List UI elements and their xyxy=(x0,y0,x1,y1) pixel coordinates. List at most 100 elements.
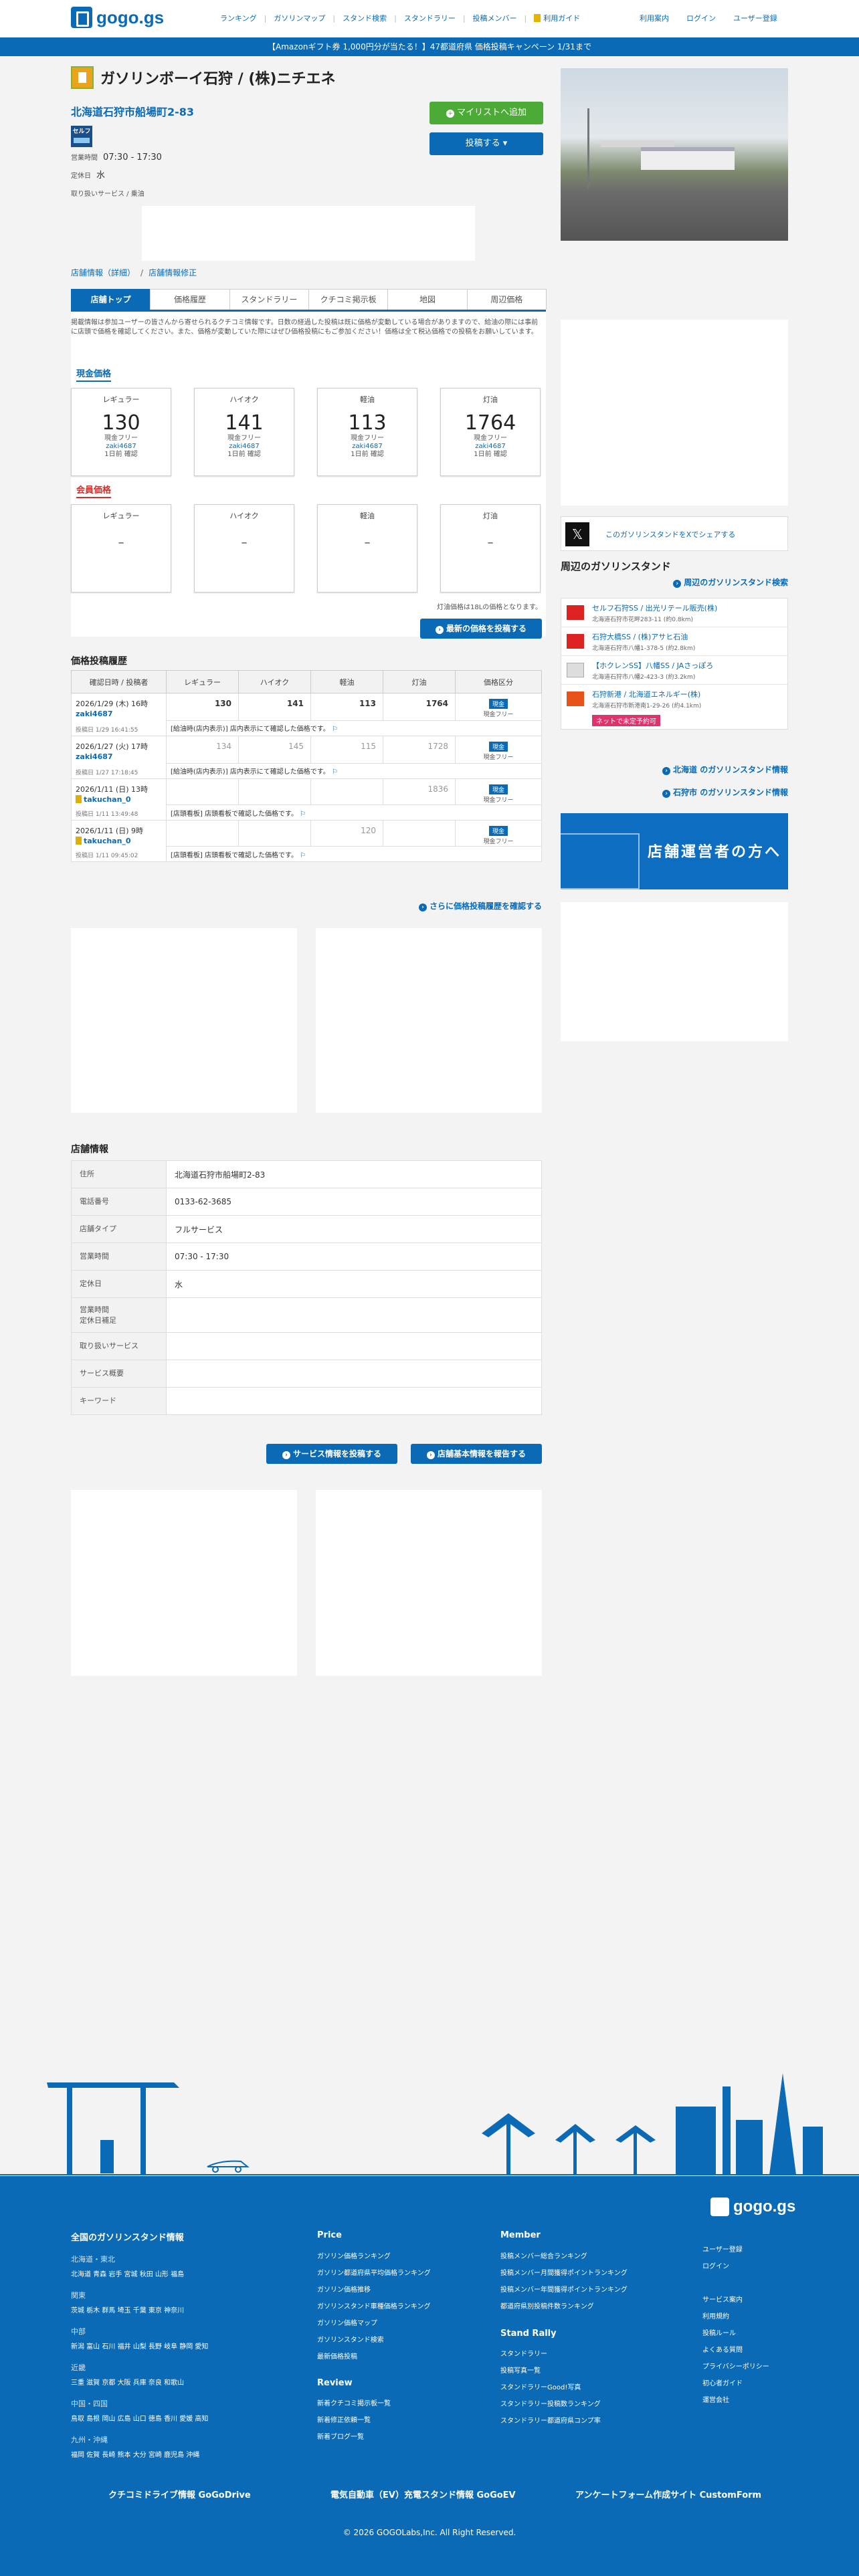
city-stations-link[interactable]: › 石狩市 のガソリンスタンド情報 xyxy=(662,786,788,798)
footer-link[interactable]: 投稿メンバー総合ランキング xyxy=(500,2248,628,2265)
owner-banner[interactable]: 店舗運営者の方へ xyxy=(561,813,788,889)
region-prefs[interactable]: 茨城 栃木 群馬 埼玉 千葉 東京 神奈川 xyxy=(71,2304,184,2315)
footer-link[interactable]: プライバシーポリシー xyxy=(702,2359,769,2375)
poster-link[interactable]: zaki4687 xyxy=(72,443,171,451)
campaign-banner[interactable]: 【Amazonギフト券 1,000円分が当たる！】47都道府県 価格投稿キャンペ… xyxy=(0,37,859,56)
report-store-info-button[interactable]: › 店舗基本情報を報告する xyxy=(411,1444,542,1464)
footer-link[interactable]: 投稿写真一覧 xyxy=(500,2363,601,2379)
member-card-diesel[interactable]: 軽油 – xyxy=(317,504,417,593)
breadcrumb-detail[interactable]: 店舗情報（詳細） xyxy=(71,268,135,278)
flag-icon[interactable]: ⚐ xyxy=(332,768,338,776)
footer-link[interactable]: スタンドラリー xyxy=(500,2346,601,2363)
footer-link[interactable]: ガソリン価格ランキング xyxy=(317,2248,431,2265)
nearby-name[interactable]: 【ホクレンSS】八幡SS / JAさっぽろ xyxy=(592,660,713,671)
tab-price-history[interactable]: 価格履歴 xyxy=(150,289,230,310)
nav-ranking[interactable]: ランキング xyxy=(213,13,264,23)
region-prefs[interactable]: 三重 滋賀 京都 大阪 兵庫 奈良 和歌山 xyxy=(71,2377,184,2387)
price-card-kerosene[interactable]: 灯油 1764 現金フリー zaki4687 1日前 確認 xyxy=(440,388,541,476)
flag-icon[interactable]: ⚐ xyxy=(300,811,306,818)
region-prefs[interactable]: 北海道 青森 岩手 宮城 秋田 山形 福島 xyxy=(71,2268,184,2278)
footer-link[interactable]: スタンドラリーGood!写真 xyxy=(500,2379,601,2396)
footer-link[interactable]: よくある質問 xyxy=(702,2342,769,2359)
nearby-name[interactable]: 石狩大橋SS / (株)アサヒ石油 xyxy=(592,631,688,642)
poster-link[interactable]: zaki4687 xyxy=(441,443,540,451)
gogoev-link[interactable]: 電気自動車（EV）充電スタンド情報 GoGoEV xyxy=(330,2488,516,2500)
poster-link[interactable]: zaki4687 xyxy=(76,752,166,762)
footer-link[interactable]: スタンドラリー都道府県コンプ率 xyxy=(500,2413,601,2430)
flag-icon[interactable]: ⚐ xyxy=(332,726,338,733)
poster-link[interactable]: takuchan_0 xyxy=(84,795,131,804)
footer-link[interactable]: ログイン xyxy=(702,2258,769,2275)
nav-register[interactable]: ユーザー登録 xyxy=(733,13,777,23)
member-card-regular[interactable]: レギュラー – xyxy=(71,504,171,593)
tab-reviews[interactable]: クチコミ掲示板 xyxy=(308,289,389,310)
footer-link[interactable]: ガソリン都道府県平均価格ランキング xyxy=(317,2265,431,2282)
footer-link[interactable]: 投稿メンバー年間獲得ポイントランキング xyxy=(500,2282,628,2298)
nav-guide[interactable]: 利用ガイド xyxy=(527,13,587,23)
footer-link[interactable]: サービス案内 xyxy=(702,2292,769,2309)
store-address[interactable]: 北海道石狩市船場町2-83 xyxy=(71,103,194,119)
add-mylist-button[interactable]: + マイリストへ追加 xyxy=(430,102,543,124)
footer-link[interactable]: 都道府県別投稿件数ランキング xyxy=(500,2298,628,2315)
footer-link[interactable]: ガソリンスタンド検索 xyxy=(317,2332,431,2349)
store-photo[interactable] xyxy=(561,68,788,241)
footer-link[interactable]: ガソリン価格マップ xyxy=(317,2315,431,2332)
pref-stations-link[interactable]: › 北海道 のガソリンスタンド情報 xyxy=(662,764,788,775)
nearby-search-link[interactable]: › 周辺のガソリンスタンド検索 xyxy=(673,576,788,588)
nearby-item[interactable]: 石狩大橋SS / (株)アサヒ石油 北海道石狩市八幡1-378-5 (約2.8k… xyxy=(561,627,787,656)
history-row: 2026/1/29 (木) 16時 zaki4687 投稿日 1/29 16:4… xyxy=(71,693,542,736)
tab-nearby-prices[interactable]: 周辺価格 xyxy=(466,289,547,310)
flag-icon[interactable]: ⚐ xyxy=(300,852,306,859)
price-card-high[interactable]: ハイオク 141 現金フリー zaki4687 1日前 確認 xyxy=(194,388,294,476)
footer-link[interactable]: ユーザー登録 xyxy=(702,2242,769,2258)
footer-logo[interactable]: gogo.gs xyxy=(710,2197,795,2216)
footer-link[interactable]: 投稿メンバー月間獲得ポイントランキング xyxy=(500,2265,628,2282)
price-card-diesel[interactable]: 軽油 113 現金フリー zaki4687 1日前 確認 xyxy=(317,388,417,476)
region-prefs[interactable]: 福岡 佐賀 長崎 熊本 大分 宮崎 鹿児島 沖縄 xyxy=(71,2449,199,2459)
gogodrive-link[interactable]: クチコミドライブ情報 GoGoDrive xyxy=(108,2488,251,2500)
x-share-button[interactable]: 𝕏 このガソリンスタンドをXでシェアする xyxy=(561,516,788,551)
tab-top[interactable]: 店舗トップ xyxy=(71,289,151,310)
customform-link[interactable]: アンケートフォーム作成サイト CustomForm xyxy=(575,2488,761,2500)
nav-search[interactable]: スタンド検索 xyxy=(335,13,394,23)
more-history-link[interactable]: › さらに価格投稿履歴を確認する xyxy=(395,900,542,911)
footer-link[interactable]: 新着ブログ一覧 xyxy=(317,2429,391,2446)
region-prefs[interactable]: 鳥取 島根 岡山 広島 山口 徳島 香川 愛媛 高知 xyxy=(71,2413,208,2423)
footer-link[interactable]: 新着修正依頼一覧 xyxy=(317,2412,391,2429)
poster-link[interactable]: zaki4687 xyxy=(195,443,294,451)
region-prefs[interactable]: 新潟 富山 石川 福井 山梨 長野 岐阜 静岡 愛知 xyxy=(71,2341,208,2351)
post-dropdown-button[interactable]: 投稿する ▾ xyxy=(430,132,543,155)
price-card-regular[interactable]: レギュラー 130 現金フリー zaki4687 1日前 確認 xyxy=(71,388,171,476)
footer-link[interactable]: 投稿ルール xyxy=(702,2325,769,2342)
nearby-item[interactable]: 【ホクレンSS】八幡SS / JAさっぽろ 北海道石狩市八幡2-423-3 (約… xyxy=(561,656,787,685)
member-card-high[interactable]: ハイオク – xyxy=(194,504,294,593)
nav-login[interactable]: ログイン xyxy=(686,13,716,23)
nav-rally[interactable]: スタンドラリー xyxy=(397,13,463,23)
footer-link[interactable]: 運営会社 xyxy=(702,2392,769,2409)
nav-info[interactable]: 利用案内 xyxy=(640,13,669,23)
footer-link[interactable]: 利用規約 xyxy=(702,2309,769,2325)
nav-map[interactable]: ガソリンマップ xyxy=(266,13,332,23)
poster-link[interactable]: zaki4687 xyxy=(318,443,417,451)
nearby-name[interactable]: 石狩新港 / 北海道エネルギー(株) xyxy=(592,689,700,700)
tab-map[interactable]: 地図 xyxy=(387,289,468,310)
footer-link[interactable]: ガソリン価格推移 xyxy=(317,2282,431,2298)
footer-link[interactable]: ガソリンスタンド車種価格ランキング xyxy=(317,2298,431,2315)
tab-rally[interactable]: スタンドラリー xyxy=(229,289,309,310)
nearby-name[interactable]: セルフ石狩SS / 出光リテール販売(株) xyxy=(592,603,717,613)
breadcrumb-edit[interactable]: 店舗情報修正 xyxy=(149,268,197,278)
post-service-info-button[interactable]: › サービス情報を投稿する xyxy=(266,1444,397,1464)
nearby-item[interactable]: セルフ石狩SS / 出光リテール販売(株) 北海道石狩市花畔283-11 (約0… xyxy=(561,599,787,627)
member-card-kerosene[interactable]: 灯油 – xyxy=(440,504,541,593)
footer-link[interactable]: 初心者ガイド xyxy=(702,2375,769,2392)
site-logo[interactable]: gogo.gs xyxy=(71,7,164,28)
poster-link[interactable]: zaki4687 xyxy=(76,709,166,719)
nearby-item[interactable]: 石狩新港 / 北海道エネルギー(株) 北海道石狩市新港南1-29-26 (約4.… xyxy=(561,685,787,729)
nav-members[interactable]: 投稿メンバー xyxy=(466,13,524,23)
post-latest-price-button[interactable]: › 最新の価格を投稿する xyxy=(420,619,542,639)
info-row: 営業時間 07:30 - 17:30 xyxy=(71,1243,542,1271)
footer-link[interactable]: 最新価格投稿 xyxy=(317,2349,431,2365)
footer-link[interactable]: スタンドラリー投稿数ランキング xyxy=(500,2396,601,2413)
poster-link[interactable]: takuchan_0 xyxy=(84,837,131,845)
footer-link[interactable]: 新着クチコミ掲示板一覧 xyxy=(317,2395,391,2412)
